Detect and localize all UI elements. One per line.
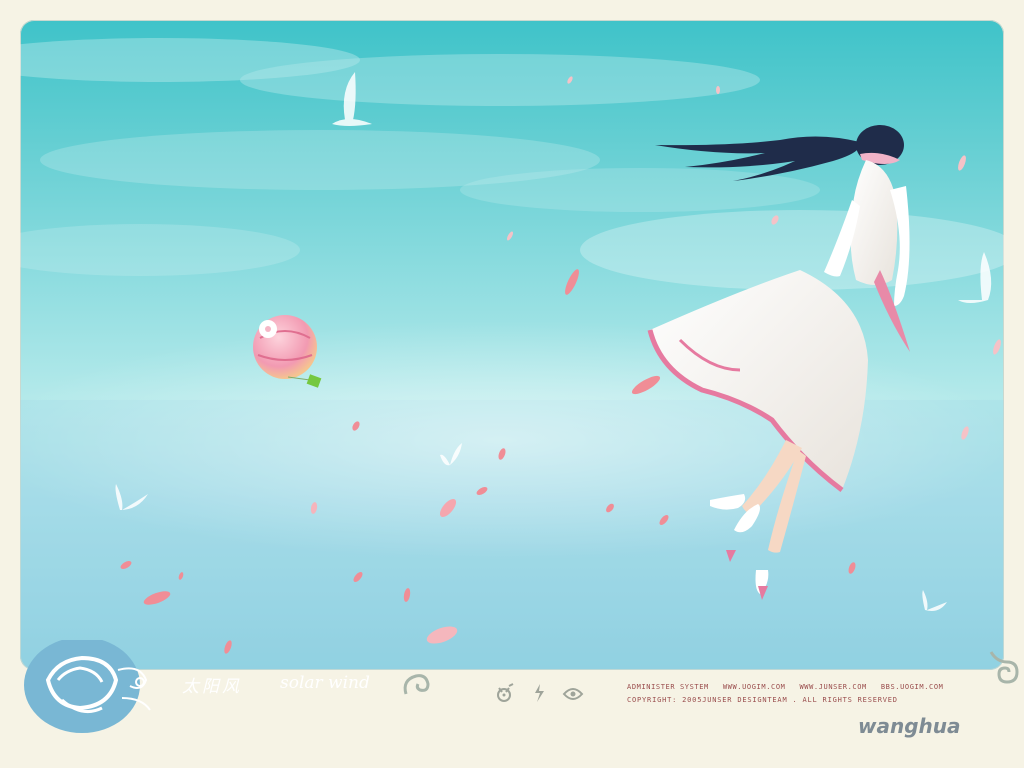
link-bbs-uogim[interactable]: BBS.UOGIM.COM [881,683,944,691]
lightning-icon[interactable] [528,682,550,704]
link-junser[interactable]: WWW.JUNSER.COM [799,683,866,691]
title-chinese: 太阳风 [182,677,242,697]
link-administer-system[interactable]: ADMINISTER SYSTEM [627,683,709,691]
cat-icon[interactable] [494,682,516,704]
eye-icon[interactable] [562,682,584,704]
title-english: solar wind [280,673,370,693]
copyright-text: COPYRIGHT: 2005JUNSER DESIGNTEAM . ALL R… [627,696,898,704]
swirl-ornament [403,674,430,695]
tool-icons [494,682,584,704]
corner-swirl [989,651,1019,684]
wallpaper-frame [20,20,1004,670]
author-signature: wanghua [858,714,961,738]
footer-links: ADMINISTER SYSTEM WWW.UOGIM.COM WWW.JUNS… [627,683,943,691]
illustration-scene [20,38,1004,670]
link-uogim[interactable]: WWW.UOGIM.COM [723,683,786,691]
bird-emblem [24,640,151,733]
